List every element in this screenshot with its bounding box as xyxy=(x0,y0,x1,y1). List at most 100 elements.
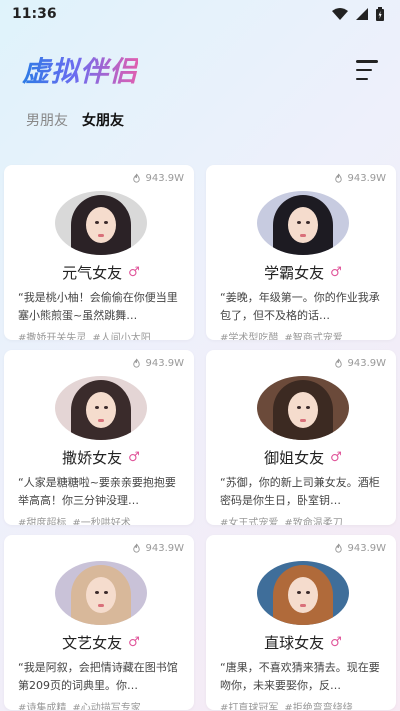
companion-card[interactable]: 943.9W 直球女友 ♂ “唐果，不喜欢猜来猜去。现在要吻你，未来要娶你，反…… xyxy=(206,535,396,710)
avatar-eye xyxy=(297,406,301,409)
avatar-face xyxy=(288,392,318,428)
views-count: 943.9W xyxy=(131,358,184,369)
avatar-lip xyxy=(300,419,306,422)
views-count: 943.9W xyxy=(333,358,386,369)
tag: #学术型吃醋 xyxy=(220,333,279,340)
companion-name: 元气女友 xyxy=(62,263,123,282)
tag: #一秒哄好术 xyxy=(72,518,131,525)
menu-line xyxy=(356,77,368,80)
companion-description: “我是桃小柚！会偷偷在你便当里塞小熊煎蛋~虽然跳舞… xyxy=(18,291,178,322)
companion-description: “苏御，你的新上司兼女友。酒柜密码是你生日，卧室钥… xyxy=(220,476,380,507)
avatar-face xyxy=(86,577,116,613)
companion-name: 学霸女友 xyxy=(264,263,325,282)
views-value: 943.9W xyxy=(347,543,386,554)
companion-card[interactable]: 943.9W 学霸女友 ♂ “姜晚，年级第一。你的作业我承包了，但不及格的话… … xyxy=(206,165,396,340)
avatar-eye xyxy=(95,591,99,594)
views-value: 943.9W xyxy=(347,173,386,184)
fire-icon xyxy=(335,358,343,368)
companion-description: “唐果，不喜欢猜来猜去。现在要吻你，未来要娶你，反… xyxy=(220,661,380,692)
views-value: 943.9W xyxy=(145,358,184,369)
tag: #诗集成精 xyxy=(18,703,67,710)
app-title: 虚拟伴侣 xyxy=(22,50,138,90)
tag: #人间小太阳 xyxy=(92,333,151,340)
companion-name: 直球女友 xyxy=(264,633,325,652)
signal-icon xyxy=(356,8,368,20)
companion-card[interactable]: 943.9W 元气女友 ♂ “我是桃小柚！会偷偷在你便当里塞小熊煎蛋~虽然跳舞…… xyxy=(4,165,194,340)
tag-list: #撒娇开关失灵 #人间小太阳 xyxy=(18,329,184,340)
avatar-face xyxy=(86,392,116,428)
gender-icon: ♂ xyxy=(330,634,342,650)
avatar-eye xyxy=(306,406,310,409)
views-value: 943.9W xyxy=(145,173,184,184)
status-bar: 11:36 xyxy=(0,0,400,28)
menu-line xyxy=(356,68,372,72)
avatar xyxy=(257,376,349,440)
companion-description: “姜晚，年级第一。你的作业我承包了，但不及格的话… xyxy=(220,291,380,322)
views-count: 943.9W xyxy=(333,543,386,554)
companion-description: “人家是糖糖啦~要亲亲要抱抱要举高高！你三分钟没理… xyxy=(18,476,176,507)
views-count: 943.9W xyxy=(333,173,386,184)
fire-icon xyxy=(335,173,343,183)
battery-icon xyxy=(376,7,384,21)
tag: #女王式宠爱 xyxy=(220,518,279,525)
fire-icon xyxy=(133,543,141,553)
avatar-lip xyxy=(300,604,306,607)
companion-name: 文艺女友 xyxy=(62,633,123,652)
tag-list: #打直球冠军 #拒绝弯弯绕绕 xyxy=(220,699,386,710)
avatar xyxy=(55,376,147,440)
app-header: 虚拟伴侣 xyxy=(0,42,400,98)
views-count: 943.9W xyxy=(131,173,184,184)
views-count: 943.9W xyxy=(131,543,184,554)
tag: #心动描写专家 xyxy=(72,703,141,710)
avatar xyxy=(257,191,349,255)
companion-name: 御姐女友 xyxy=(264,448,325,467)
companion-description: “我是阿叙，会把情诗藏在图书馆第209页的词典里。你… xyxy=(18,661,178,692)
avatar-eye xyxy=(297,591,301,594)
avatar-face xyxy=(86,207,116,243)
category-tabs: 男朋友 女朋友 xyxy=(0,108,400,132)
avatar-eye xyxy=(95,221,99,224)
avatar-eye xyxy=(104,221,108,224)
status-time: 11:36 xyxy=(12,6,57,22)
name-row: 御姐女友 ♂ xyxy=(220,446,386,468)
avatar-eye xyxy=(297,221,301,224)
wifi-icon xyxy=(332,8,348,20)
avatar-face xyxy=(288,577,318,613)
name-row: 直球女友 ♂ xyxy=(220,631,386,653)
avatar xyxy=(257,561,349,625)
companion-card[interactable]: 943.9W 御姐女友 ♂ “苏御，你的新上司兼女友。酒柜密码是你生日，卧室钥…… xyxy=(206,350,396,525)
name-row: 元气女友 ♂ xyxy=(18,261,184,283)
views-value: 943.9W xyxy=(145,543,184,554)
companion-grid: 943.9W 元气女友 ♂ “我是桃小柚！会偷偷在你便当里塞小熊煎蛋~虽然跳舞…… xyxy=(4,165,396,710)
tag: #智商式宠爱 xyxy=(284,333,343,340)
avatar-eye xyxy=(306,591,310,594)
gender-icon: ♂ xyxy=(128,264,140,280)
name-row: 文艺女友 ♂ xyxy=(18,631,184,653)
avatar-eye xyxy=(306,221,310,224)
tab-girlfriend[interactable]: 女朋友 xyxy=(82,110,124,130)
tag: #打直球冠军 xyxy=(220,703,279,710)
tag-list: #女王式宠爱 #致命温柔刀 xyxy=(220,514,386,525)
tag: #撒娇开关失灵 xyxy=(18,333,87,340)
avatar-lip xyxy=(98,419,104,422)
tag-list: #学术型吃醋 #智商式宠爱 xyxy=(220,329,386,340)
tag: #拒绝弯弯绕绕 xyxy=(284,703,353,710)
avatar-eye xyxy=(104,591,108,594)
companion-card[interactable]: 943.9W 文艺女友 ♂ “我是阿叙，会把情诗藏在图书馆第209页的词典里。你… xyxy=(4,535,194,710)
fire-icon xyxy=(335,543,343,553)
companion-card[interactable]: 943.9W 撒娇女友 ♂ “人家是糖糖啦~要亲亲要抱抱要举高高！你三分钟没理…… xyxy=(4,350,194,525)
companion-name: 撒娇女友 xyxy=(62,448,123,467)
avatar-face xyxy=(288,207,318,243)
avatar-lip xyxy=(98,604,104,607)
gender-icon: ♂ xyxy=(330,264,342,280)
avatar-lip xyxy=(300,234,306,237)
tag-list: #诗集成精 #心动描写专家 xyxy=(18,699,184,710)
avatar-lip xyxy=(98,234,104,237)
name-row: 撒娇女友 ♂ xyxy=(18,446,184,468)
menu-icon[interactable] xyxy=(356,60,380,80)
menu-line xyxy=(356,60,378,63)
avatar xyxy=(55,191,147,255)
fire-icon xyxy=(133,173,141,183)
fire-icon xyxy=(133,358,141,368)
tab-boyfriend[interactable]: 男朋友 xyxy=(26,110,68,130)
